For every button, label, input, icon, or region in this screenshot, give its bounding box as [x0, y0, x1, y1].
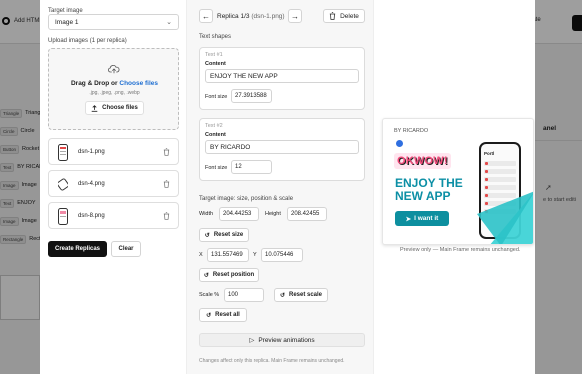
- cloud-upload-icon: [108, 65, 120, 74]
- reset-all-button[interactable]: ↺ Reset all: [199, 308, 247, 322]
- preview-animations-label: Preview animations: [258, 336, 315, 344]
- height-input[interactable]: 208.42455: [287, 207, 327, 221]
- play-icon: ▷: [249, 337, 255, 344]
- choose-files-button-label: Choose files: [102, 105, 138, 111]
- phone-thumbnail-icon: [58, 178, 68, 191]
- file-item: dsn-8.png: [48, 202, 179, 229]
- content-label: Content: [205, 132, 226, 138]
- y-label: Y: [253, 252, 257, 258]
- next-replica-button[interactable]: →: [288, 9, 302, 23]
- phone-thumbnail-icon: [58, 208, 68, 225]
- chevron-down-icon: ⌄: [166, 19, 172, 26]
- accepted-types: .jpg, .jpeg, .png, .webp: [89, 90, 140, 96]
- delete-replica-button[interactable]: Delete: [323, 9, 365, 23]
- arrow-right-icon: →: [291, 11, 299, 21]
- trash-icon: [329, 12, 336, 20]
- dropzone-label: Drag & Drop or: [70, 80, 118, 87]
- choose-files-link[interactable]: Choose files: [119, 80, 158, 87]
- font-size-input[interactable]: 12: [231, 160, 272, 174]
- text-shape-card: Text #1 Content ENJOY THE NEW APP Font s…: [199, 47, 365, 110]
- reset-scale-label: Reset scale: [289, 292, 323, 298]
- scale-label: Scale %: [199, 292, 220, 298]
- width-label: Width: [199, 211, 214, 217]
- content-input[interactable]: ENJOY THE NEW APP: [205, 69, 359, 83]
- replica-editor: ← Replica 1/3 (dsn-1.png) → Delete Text …: [186, 0, 374, 374]
- changes-note: Changes affect only this replica. Main F…: [199, 358, 345, 364]
- file-name: dsn-4.png: [78, 181, 105, 187]
- height-label: Height: [265, 211, 281, 217]
- content-input[interactable]: BY RICARDO: [205, 140, 359, 154]
- reset-icon: ↺: [279, 292, 285, 299]
- reset-scale-button[interactable]: ↺ Reset scale: [274, 288, 328, 302]
- trash-icon[interactable]: [163, 180, 170, 188]
- upload-icon: [91, 104, 98, 112]
- trash-icon[interactable]: [163, 148, 170, 156]
- replica-counter: Replica 1/3: [217, 13, 250, 20]
- upload-panel: Target image Image 1 ⌄ Upload images (1 …: [40, 0, 186, 374]
- choose-files-button[interactable]: Choose files: [85, 101, 144, 115]
- width-input[interactable]: 204.44253: [219, 207, 259, 221]
- y-input[interactable]: 10.075446: [261, 248, 303, 262]
- preview-triangle: [477, 191, 533, 244]
- file-item: dsn-4.png: [48, 170, 179, 197]
- reset-all-label: Reset all: [215, 312, 240, 318]
- clear-button[interactable]: Clear: [111, 241, 141, 257]
- text-shapes-label: Text shapes: [199, 34, 232, 40]
- target-image-select[interactable]: Image 1 ⌄: [48, 14, 179, 30]
- file-name: dsn-8.png: [78, 213, 105, 219]
- phone-thumbnail-icon: [58, 144, 68, 161]
- reset-position-button[interactable]: ↺ Reset position: [199, 268, 259, 282]
- dropzone-text: Drag & Drop or Choose files: [49, 80, 180, 87]
- target-image-value: Image 1: [55, 18, 79, 26]
- trash-icon[interactable]: [163, 212, 170, 220]
- font-size-label: Font size: [205, 165, 228, 171]
- font-size-label: Font size: [205, 94, 228, 100]
- target-image-section-label: Target image: size, position & scale: [199, 196, 294, 202]
- upload-dropzone[interactable]: Drag & Drop or Choose files .jpg, .jpeg,…: [48, 48, 179, 130]
- text-shape-card: Text #2 Content BY RICARDO Font size 12: [199, 118, 365, 181]
- x-input[interactable]: 131.557469: [207, 248, 249, 262]
- prev-replica-button[interactable]: ←: [199, 9, 213, 23]
- reset-icon: ↺: [206, 312, 212, 319]
- text-shape-header: Text #1: [205, 52, 223, 58]
- create-replicas-button[interactable]: Create Replicas: [48, 241, 107, 257]
- text-shape-header: Text #2: [205, 123, 223, 129]
- arrow-left-icon: ←: [202, 11, 210, 21]
- preview-caption: Preview only — Main Frame remains unchan…: [400, 247, 521, 253]
- reset-icon: ↺: [203, 272, 209, 279]
- preview-animations-button[interactable]: ▷ Preview animations: [199, 333, 365, 347]
- font-size-input[interactable]: 27.3913588: [231, 89, 272, 103]
- x-label: X: [199, 252, 203, 258]
- content-label: Content: [205, 61, 226, 67]
- reset-size-label: Reset size: [213, 232, 244, 238]
- replica-modal: Target image Image 1 ⌄ Upload images (1 …: [40, 0, 535, 374]
- reset-size-button[interactable]: ↺ Reset size: [199, 228, 249, 242]
- reset-icon: ↺: [204, 232, 210, 239]
- delete-label: Delete: [340, 12, 359, 20]
- reset-position-label: Reset position: [212, 272, 255, 278]
- replica-preview: BY RICARDO OKWOW! ENJOY THE NEW APP ➤ I w…: [382, 118, 534, 245]
- upload-images-label: Upload images (1 per replica): [48, 38, 127, 44]
- file-name: dsn-1.png: [78, 149, 105, 155]
- file-item: dsn-1.png: [48, 138, 179, 165]
- replica-title: Replica 1/3 (dsn-1.png): [217, 13, 285, 20]
- scale-input[interactable]: 100: [224, 288, 264, 302]
- replica-file: (dsn-1.png): [251, 13, 285, 20]
